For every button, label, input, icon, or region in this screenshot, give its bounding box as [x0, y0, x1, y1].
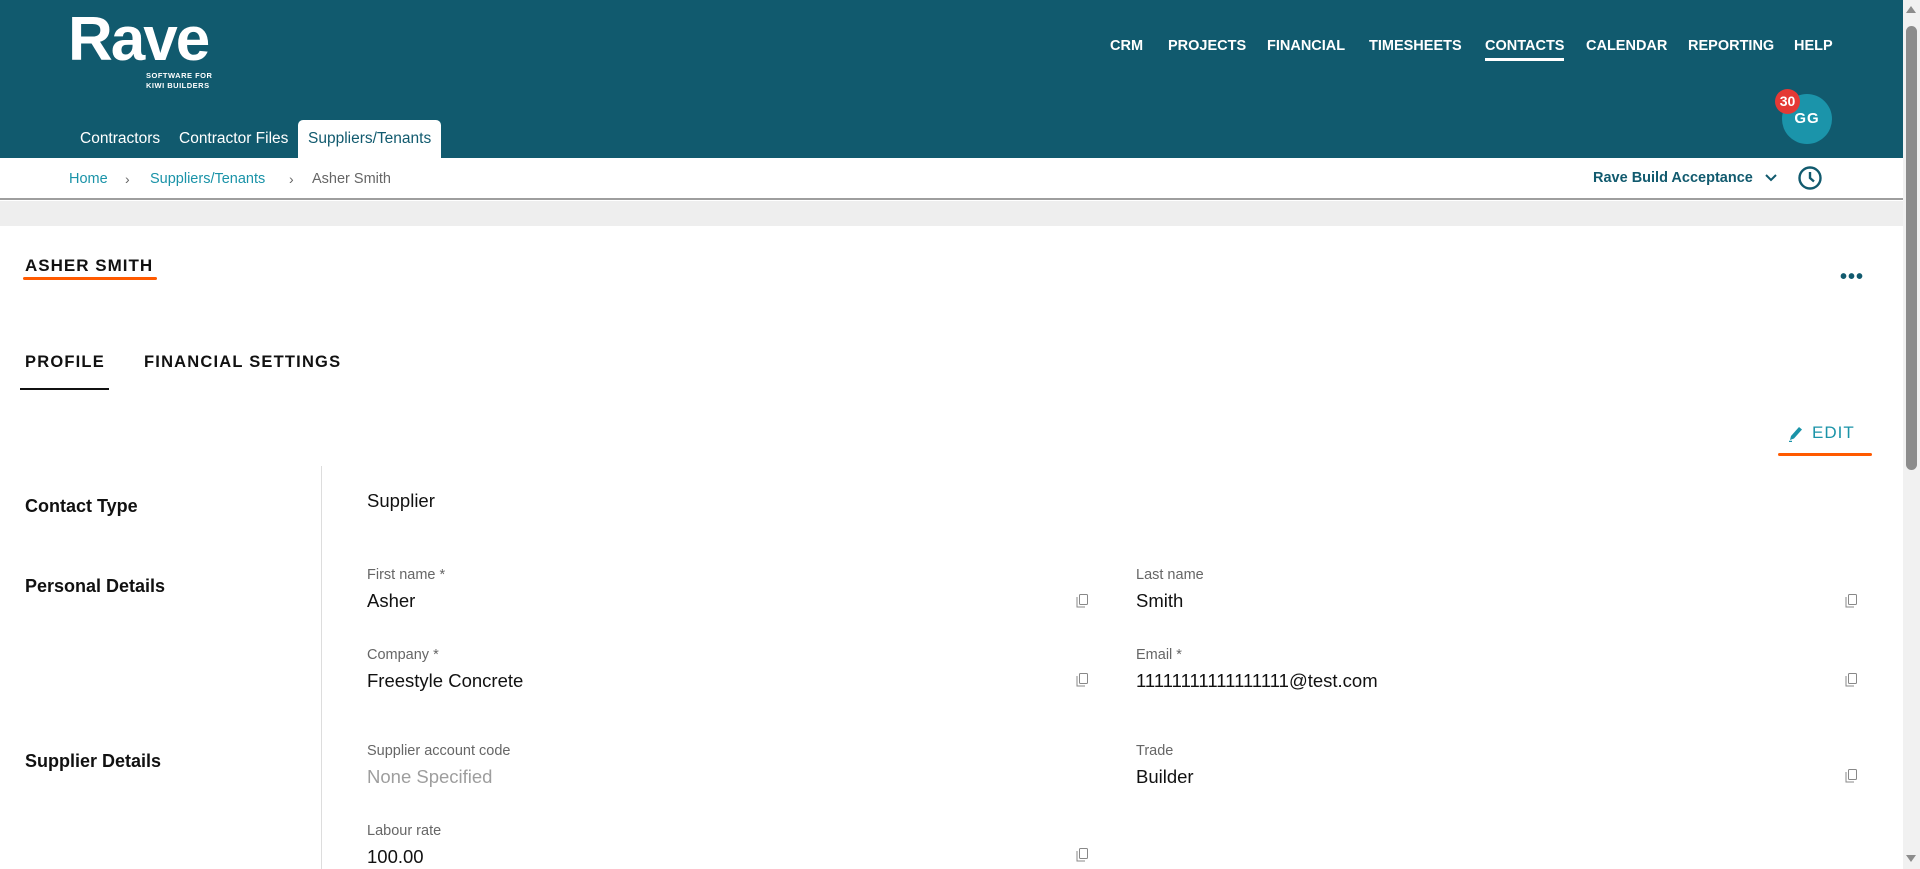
column-divider: [321, 466, 322, 869]
section-personal-details: Personal Details: [25, 576, 166, 596]
highlight-underline: [23, 277, 157, 280]
tab-financial-settings[interactable]: FINANCIAL SETTINGS: [144, 353, 341, 372]
more-options-icon[interactable]: •••: [1840, 266, 1864, 289]
active-tab-indicator: [20, 388, 109, 390]
notification-badge[interactable]: 30: [1775, 89, 1800, 114]
copy-icon[interactable]: [1845, 673, 1857, 687]
company-label: Company *: [367, 647, 439, 663]
scroll-down-icon[interactable]: [1906, 855, 1916, 862]
first-name-label: First name *: [367, 567, 446, 583]
copy-icon[interactable]: [1845, 594, 1857, 608]
contact-name-heading: ASHER SMITH: [25, 256, 154, 275]
edit-button[interactable]: EDIT: [1788, 423, 1855, 443]
email-value: 11111111111111111@test.com: [1136, 670, 1378, 691]
breadcrumb-current: Asher Smith: [312, 171, 391, 187]
highlight-underline: [1778, 453, 1872, 456]
project-selector-label: Rave Build Acceptance: [1593, 170, 1753, 186]
nav-projects[interactable]: PROJECTS: [1168, 38, 1246, 54]
breadcrumb-separator: ›: [289, 171, 294, 187]
breadcrumb-suppliers[interactable]: Suppliers/Tenants: [150, 171, 265, 187]
edit-label: EDIT: [1812, 423, 1855, 442]
chevron-down-icon: [1765, 174, 1777, 182]
nav-calendar[interactable]: CALENDAR: [1586, 38, 1667, 54]
rave-logo[interactable]: Rave: [68, 8, 210, 72]
clock-history-icon[interactable]: [1797, 165, 1823, 191]
nav-crm[interactable]: CRM: [1110, 38, 1143, 54]
breadcrumb-home[interactable]: Home: [69, 171, 108, 187]
company-value: Freestyle Concrete: [367, 670, 524, 691]
nav-help[interactable]: HELP: [1794, 38, 1833, 54]
scrollbar-thumb[interactable]: [1906, 26, 1917, 470]
pencil-icon: [1789, 427, 1802, 442]
content-background: [0, 201, 1903, 226]
logo-tagline: SOFTWARE FOR KIWI BUILDERS: [146, 71, 212, 91]
contact-type-value: Supplier: [367, 490, 435, 511]
supplier-code-label: Supplier account code: [367, 743, 511, 759]
section-contact-type: Contact Type: [25, 496, 138, 516]
breadcrumb-separator: ›: [125, 171, 130, 187]
nav-contacts[interactable]: CONTACTS: [1485, 38, 1565, 61]
labour-rate-label: Labour rate: [367, 823, 442, 839]
nav-financial[interactable]: FINANCIAL: [1267, 38, 1345, 54]
supplier-code-value: None Specified: [367, 766, 493, 787]
tagline-line: SOFTWARE FOR: [146, 71, 213, 80]
project-selector[interactable]: Rave Build Acceptance: [1593, 170, 1777, 186]
last-name-value: Smith: [1136, 590, 1184, 611]
subtab-suppliers-tenants[interactable]: Suppliers/Tenants: [298, 120, 442, 158]
subtab-contractor-files[interactable]: Contractor Files: [169, 120, 298, 158]
first-name-value: Asher: [367, 590, 416, 611]
last-name-label: Last name: [1136, 567, 1204, 583]
copy-icon[interactable]: [1845, 769, 1857, 783]
copy-icon[interactable]: [1076, 848, 1088, 862]
trade-value: Builder: [1136, 766, 1194, 787]
section-supplier-details: Supplier Details: [25, 751, 162, 771]
tagline-line: KIWI BUILDERS: [146, 81, 210, 90]
trade-label: Trade: [1136, 743, 1174, 759]
nav-timesheets[interactable]: TIMESHEETS: [1369, 38, 1462, 54]
tab-profile[interactable]: PROFILE: [25, 353, 105, 372]
labour-rate-value: 100.00: [367, 846, 424, 867]
scroll-up-icon[interactable]: [1906, 6, 1916, 13]
contact-card: [0, 226, 1903, 869]
nav-reporting[interactable]: REPORTING: [1688, 38, 1774, 54]
email-label: Email *: [1136, 647, 1182, 663]
copy-icon[interactable]: [1076, 594, 1088, 608]
copy-icon[interactable]: [1076, 673, 1088, 687]
subtab-contractors[interactable]: Contractors: [70, 120, 170, 158]
